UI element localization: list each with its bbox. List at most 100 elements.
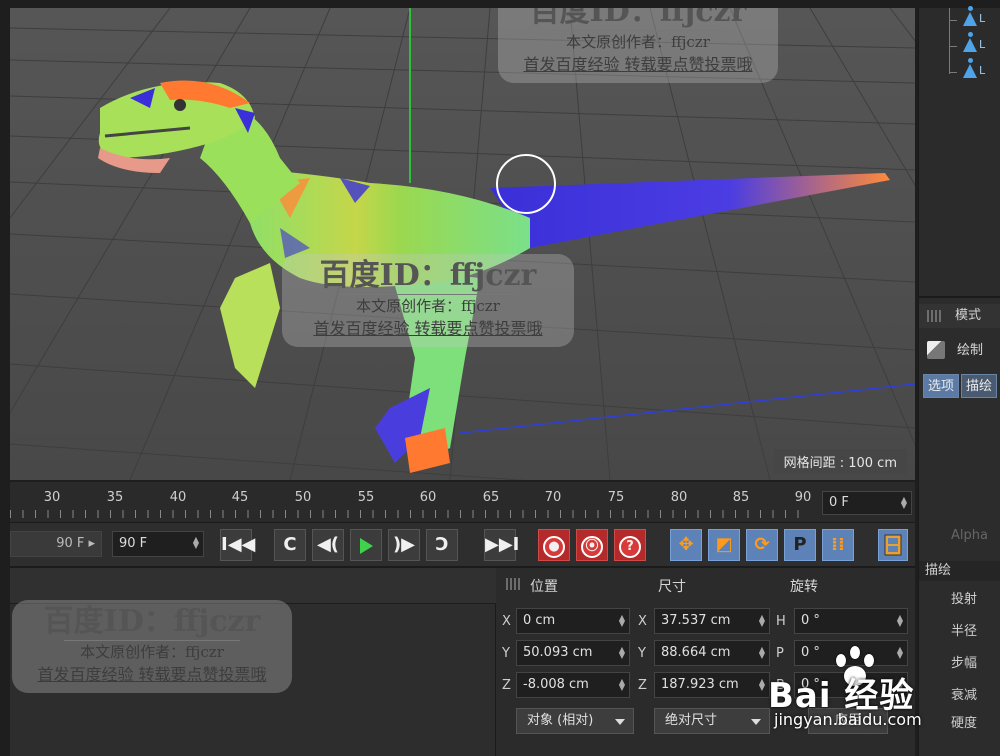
tree-item-label: L: [979, 64, 986, 77]
tree-item-joint[interactable]: L: [957, 6, 987, 30]
size-z-value: 187.923 cm: [661, 677, 739, 692]
range-end-field[interactable]: 90 F ▲ ▼: [112, 531, 204, 557]
rotation-header: 旋转: [790, 579, 818, 595]
go-to-start-button[interactable]: I◀◀: [220, 529, 255, 561]
viewport-scene: [10, 8, 915, 480]
position-x-value: 0 cm: [523, 613, 556, 628]
timeline-ruler[interactable]: 30 35 40 45 50 55 60 65 70 75 80 85 90 0…: [10, 482, 915, 522]
keyframe-move-button[interactable]: ✥: [670, 529, 702, 561]
position-x-field[interactable]: 0 cm ▲ ▼: [516, 608, 630, 634]
range-end-slider[interactable]: 90 F ▸: [10, 531, 102, 557]
tree-item-label: L: [979, 12, 986, 25]
current-frame-field[interactable]: 0 F ▲ ▼: [822, 491, 912, 515]
size-z-field[interactable]: 187.923 cm ▲ ▼: [654, 672, 770, 698]
size-mode-value: 绝对尺寸: [665, 713, 718, 728]
grip-icon: [927, 310, 943, 322]
keyframe-points-button[interactable]: ⁞⁞: [822, 529, 854, 561]
position-z-field[interactable]: -8.008 cm ▲ ▼: [516, 672, 630, 698]
ruler-label: 90: [794, 490, 812, 505]
rotation-h-value: 0 °: [801, 613, 820, 628]
keyframe-scale-button[interactable]: ◩: [708, 529, 740, 561]
3d-viewport[interactable]: 网格间距 : 100 cm 百度ID：ffjczr 本文原创作者：ffjczr …: [10, 8, 915, 480]
ruler-label: 40: [169, 490, 187, 505]
ruler-label: 70: [544, 490, 562, 505]
tree-item-joint[interactable]: L: [957, 32, 987, 56]
axis-label-y: Y: [502, 646, 510, 661]
rotation-h-field[interactable]: 0 ° ▲ ▼: [794, 608, 908, 634]
baidu-jingyan-logo: Bai 经验 jingyan.baidu.com: [764, 646, 1000, 756]
attributes-header[interactable]: 模式: [919, 304, 1000, 328]
axis-label-h: H: [776, 614, 786, 629]
watermark-id: 百度ID：ffjczr: [319, 258, 537, 293]
material-manager[interactable]: 百度ID：ffjczr 本文原创作者：ffjczr 首发百度经验 转载要点赞投票…: [10, 568, 496, 756]
spinner-icon[interactable]: ▲ ▼: [897, 614, 903, 628]
next-key-button[interactable]: Ↄ: [426, 529, 458, 561]
spinner-icon[interactable]: ▲ ▼: [619, 646, 625, 660]
key-properties-icon: ?: [619, 536, 641, 558]
ruler-label: 35: [106, 490, 124, 505]
ruler-label: 80: [670, 490, 688, 505]
watermark-top: 百度ID：ffjczr 本文原创作者：ffjczr 首发百度经验 转载要点赞投票…: [498, 8, 778, 83]
current-frame-value: 0 F: [829, 495, 849, 510]
key-properties-button[interactable]: ?: [614, 529, 646, 561]
record-key-button[interactable]: ●: [538, 529, 570, 561]
auto-key-button[interactable]: ⦿: [576, 529, 608, 561]
ruler-label: 50: [294, 490, 312, 505]
material-manager-menu[interactable]: [10, 568, 496, 604]
position-y-field[interactable]: 50.093 cm ▲ ▼: [516, 640, 630, 666]
tree-branch: [949, 72, 957, 73]
step-forward-button[interactable]: )▶: [388, 529, 420, 561]
transport-bar: 90 F ▸ 90 F ▲ ▼ I◀◀ C ◀( )▶ Ↄ ▶▶I ● ⦿ ? ✥…: [10, 522, 915, 566]
spinner-icon[interactable]: ▲ ▼: [901, 496, 907, 510]
tab-options[interactable]: 选项: [923, 374, 960, 398]
spinner-icon[interactable]: ▲ ▼: [759, 614, 765, 628]
tree-branch: [949, 20, 957, 21]
position-z-value: -8.008 cm: [523, 677, 589, 692]
timeline-window-button[interactable]: [878, 529, 908, 561]
step-back-button[interactable]: ◀(: [312, 529, 344, 561]
object-tree[interactable]: L L L: [919, 6, 1000, 298]
spinner-icon[interactable]: ▲ ▼: [619, 678, 625, 692]
spinner-icon[interactable]: ▲ ▼: [619, 614, 625, 628]
watermark-note: 首发百度经验 转载要点赞投票哦: [313, 319, 543, 338]
watermark-id: 百度ID：ffjczr: [529, 8, 747, 29]
prev-key-button[interactable]: C: [274, 529, 306, 561]
tab-paint[interactable]: 描绘: [961, 374, 998, 398]
axis-label-z: Z: [638, 678, 647, 693]
attributes-mode-label: 模式: [955, 308, 982, 323]
attributes-object-name: 绘制: [957, 343, 984, 358]
play-button[interactable]: [350, 529, 382, 561]
watermark-author: 本文原创作者：ffjczr: [550, 30, 726, 53]
keyframe-param-button[interactable]: P: [784, 529, 816, 561]
watermark-center: 百度ID：ffjczr 本文原创作者：ffjczr 首发百度经验 转载要点赞投票…: [282, 254, 574, 347]
size-x-field[interactable]: 37.537 cm ▲ ▼: [654, 608, 770, 634]
keyframe-rotate-button[interactable]: ⟳: [746, 529, 778, 561]
position-y-value: 50.093 cm: [523, 645, 593, 660]
auto-key-icon: ⦿: [581, 536, 603, 558]
spinner-icon[interactable]: ▲ ▼: [193, 536, 199, 550]
cinema4d-window: 网格间距 : 100 cm 百度ID：ffjczr 本文原创作者：ffjczr …: [0, 0, 1000, 756]
position-header: 位置: [530, 579, 558, 595]
size-x-value: 37.537 cm: [661, 613, 731, 628]
size-mode-dropdown[interactable]: 绝对尺寸: [654, 708, 770, 734]
paint-tool-icon: [927, 341, 945, 359]
play-icon: [359, 538, 373, 554]
prop-projection: 投射: [951, 592, 978, 607]
coordinate-mode-dropdown[interactable]: 对象 (相对): [516, 708, 634, 734]
watermark-bottom: 百度ID：ffjczr 本文原创作者：ffjczr 首发百度经验 转载要点赞投票…: [12, 600, 292, 693]
size-y-value: 88.664 cm: [661, 645, 731, 660]
range-end-value: 90 F: [119, 536, 148, 551]
go-to-end-button[interactable]: ▶▶I: [484, 529, 519, 561]
paint-section-title[interactable]: 描绘: [919, 561, 1000, 581]
attributes-object-row: 绘制: [919, 338, 1000, 364]
record-key-icon: ●: [543, 536, 565, 558]
size-y-field[interactable]: 88.664 cm ▲ ▼: [654, 640, 770, 666]
ruler-label: 65: [482, 490, 500, 505]
ruler-label: 85: [732, 490, 750, 505]
tree-item-joint[interactable]: L: [957, 58, 987, 82]
size-header: 尺寸: [658, 579, 686, 595]
prop-radius: 半径: [951, 624, 978, 639]
watermark-author: 本文原创作者：ffjczr: [64, 640, 240, 663]
watermark-note: 首发百度经验 转载要点赞投票哦: [37, 665, 267, 684]
axis-label-z: Z: [502, 678, 511, 693]
